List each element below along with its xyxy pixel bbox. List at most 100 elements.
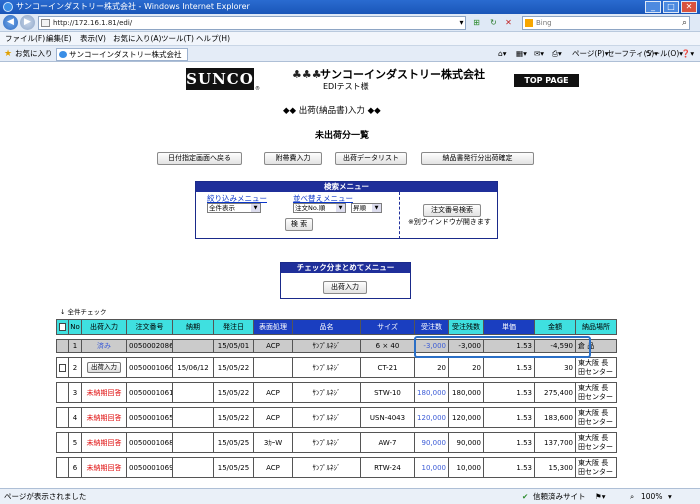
search-input[interactable]: Bing ⌕ — [522, 16, 690, 30]
tab-ie-icon — [59, 51, 67, 58]
col-amount: 金額 — [534, 319, 576, 335]
address-text: http://172.16.1.81/edi/ — [53, 19, 133, 27]
search-icon[interactable]: ⌕ — [682, 17, 687, 29]
zoom-level[interactable]: 100% — [641, 489, 662, 504]
row-delivery-place: 東大阪 長田センター — [575, 432, 617, 453]
row-surface: ACP — [253, 407, 293, 428]
chevron-down-icon: ▼ — [336, 204, 345, 212]
check-menu-title: チェック分まとめてメニュー — [281, 263, 410, 273]
search-menu-panel: 検索メニュー 絞り込みメニュー 全件表示 ▼ 並べ替えメニュー 注文No.順 ▼… — [195, 181, 498, 239]
row-order-date: 15/05/01 — [213, 339, 254, 353]
order-search-note: ※別ウインドウが開きます — [408, 218, 491, 226]
menu-file[interactable]: ファイル(F) — [5, 32, 45, 46]
order-number-search-button[interactable]: 注文番号検索 — [423, 204, 481, 217]
table-row: 2 出荷入力 0050001060 15/06/12 15/05/22 ｻﾝﾌﾟ… — [56, 357, 618, 378]
row-order-date: 15/05/25 — [213, 432, 254, 453]
row-order-number: 0050001069 — [126, 457, 173, 478]
protected-mode-icon[interactable]: ⚑▾ — [595, 489, 606, 504]
page-icon — [41, 19, 50, 27]
menu-tools[interactable]: ツール(T) — [161, 32, 194, 46]
address-input[interactable]: http://172.16.1.81/edi/ — [38, 16, 466, 30]
search-button[interactable]: 検 索 — [285, 218, 313, 231]
ship-input-button[interactable]: 出荷入力 — [87, 362, 121, 373]
menu-edit[interactable]: 編集(E) — [46, 32, 72, 46]
page-title: 未出荷分一覧 — [315, 131, 370, 141]
menu-favorites[interactable]: お気に入り(A) — [113, 32, 161, 46]
confirm-shipment-button[interactable]: 納品書発行分出荷確定 — [421, 152, 534, 165]
filter-select-value: 全件表示 — [209, 204, 235, 212]
browser-tab[interactable]: サンコーインダストリー株式会社 — [56, 48, 188, 61]
row-size: 6 × 40 — [360, 339, 415, 353]
select-all-checkbox[interactable] — [59, 323, 66, 331]
row-size: AW-7 — [360, 432, 415, 453]
registered-mark: ® — [255, 86, 260, 92]
ie-icon — [3, 2, 13, 12]
address-dropdown-icon[interactable]: ▾ — [456, 17, 467, 28]
col-unit-price: 単価 — [483, 319, 535, 335]
minimize-button[interactable]: _ — [645, 1, 661, 13]
row-size: RTW-24 — [360, 457, 415, 478]
row-delivery-place: 東大阪 長田センター — [575, 457, 617, 478]
back-button[interactable]: ◀ — [3, 15, 18, 30]
row-checkbox[interactable] — [59, 363, 66, 372]
favorites-button[interactable]: お気に入り — [15, 46, 53, 62]
col-ship-input: 出荷入力 — [81, 319, 127, 335]
row-status-unanswered[interactable]: 未納期回答 — [81, 382, 127, 403]
row-no: 1 — [68, 339, 82, 353]
row-size: STW-10 — [360, 382, 415, 403]
row-unit-price: 1.53 — [483, 407, 535, 428]
col-order-qty: 受注数 — [414, 319, 449, 335]
refresh-icon[interactable]: ↻ — [488, 17, 499, 28]
menu-bar: ファイル(F) 編集(E) 表示(V) お気に入り(A) ツール(T) ヘルプ(… — [0, 32, 700, 46]
row-status-done[interactable]: 済み — [81, 339, 127, 353]
row-amount: 275,400 — [534, 382, 576, 403]
incidental-cost-button[interactable]: 附帯費入力 — [264, 152, 322, 165]
row-no: 5 — [68, 432, 82, 453]
row-order-number: 0050001065 — [126, 407, 173, 428]
feeds-icon[interactable]: ▦▾ — [516, 46, 527, 62]
stop-icon[interactable]: ✕ — [503, 17, 514, 28]
filter-select[interactable]: 全件表示 ▼ — [207, 203, 261, 213]
search-menu-title: 検索メニュー — [196, 182, 497, 192]
search-placeholder: Bing — [536, 19, 552, 27]
tools-menu[interactable]: ツール(O)▾ — [645, 46, 683, 62]
row-product-name: ｻﾝﾌﾟﾙﾈｼﾞ — [292, 432, 361, 453]
home-icon[interactable]: ⌂▾ — [498, 46, 507, 62]
row-unit-price: 1.53 — [483, 432, 535, 453]
chevron-down-icon: ▼ — [372, 204, 381, 212]
favorites-star-icon[interactable]: ★ — [4, 46, 12, 62]
maximize-button[interactable]: □ — [663, 1, 679, 13]
page-menu[interactable]: ページ(P)▾ — [572, 46, 609, 62]
help-menu-icon[interactable]: ❓▾ — [681, 46, 694, 62]
menu-help[interactable]: ヘルプ(H) — [196, 32, 230, 46]
row-status-unanswered[interactable]: 未納期回答 — [81, 432, 127, 453]
row-amount: 137,700 — [534, 432, 576, 453]
sort-order-value: 昇順 — [353, 204, 366, 212]
close-button[interactable]: ✕ — [681, 1, 697, 13]
sort-order-select[interactable]: 昇順 ▼ — [351, 203, 382, 213]
row-remaining-qty: 10,000 — [448, 457, 484, 478]
row-due-date — [172, 407, 214, 428]
row-amount: 183,600 — [534, 407, 576, 428]
row-no: 3 — [68, 382, 82, 403]
row-order-date: 15/05/22 — [213, 407, 254, 428]
row-status-unanswered[interactable]: 未納期回答 — [81, 407, 127, 428]
print-icon[interactable]: ⎙▾ — [552, 46, 562, 62]
mail-icon[interactable]: ✉▾ — [534, 46, 544, 62]
check-all-link[interactable]: ↓ 全件チェック — [60, 306, 107, 316]
menu-view[interactable]: 表示(V) — [80, 32, 106, 46]
table-row: 4 未納期回答 0050001065 15/05/22 ACP ｻﾝﾌﾟﾙﾈｼﾞ… — [56, 407, 618, 428]
forward-button[interactable]: ▶ — [20, 15, 35, 30]
shipping-data-list-button[interactable]: 出荷データリスト — [335, 152, 407, 165]
sort-key-select[interactable]: 注文No.順 ▼ — [293, 203, 346, 213]
bulk-ship-button[interactable]: 出荷入力 — [323, 281, 367, 294]
top-page-link[interactable]: TOP PAGE — [514, 74, 579, 87]
row-order-date: 15/05/22 — [213, 357, 254, 378]
compat-view-icon[interactable]: ⊞ — [471, 17, 482, 28]
zoom-dropdown-icon[interactable]: ▾ — [668, 489, 672, 504]
back-to-date-button[interactable]: 日付指定画面へ戻る — [157, 152, 242, 165]
zoom-icon[interactable]: ⌕ — [630, 489, 634, 504]
sort-key-value: 注文No.順 — [295, 204, 326, 212]
bing-icon — [525, 19, 533, 27]
row-status-unanswered[interactable]: 未納期回答 — [81, 457, 127, 478]
